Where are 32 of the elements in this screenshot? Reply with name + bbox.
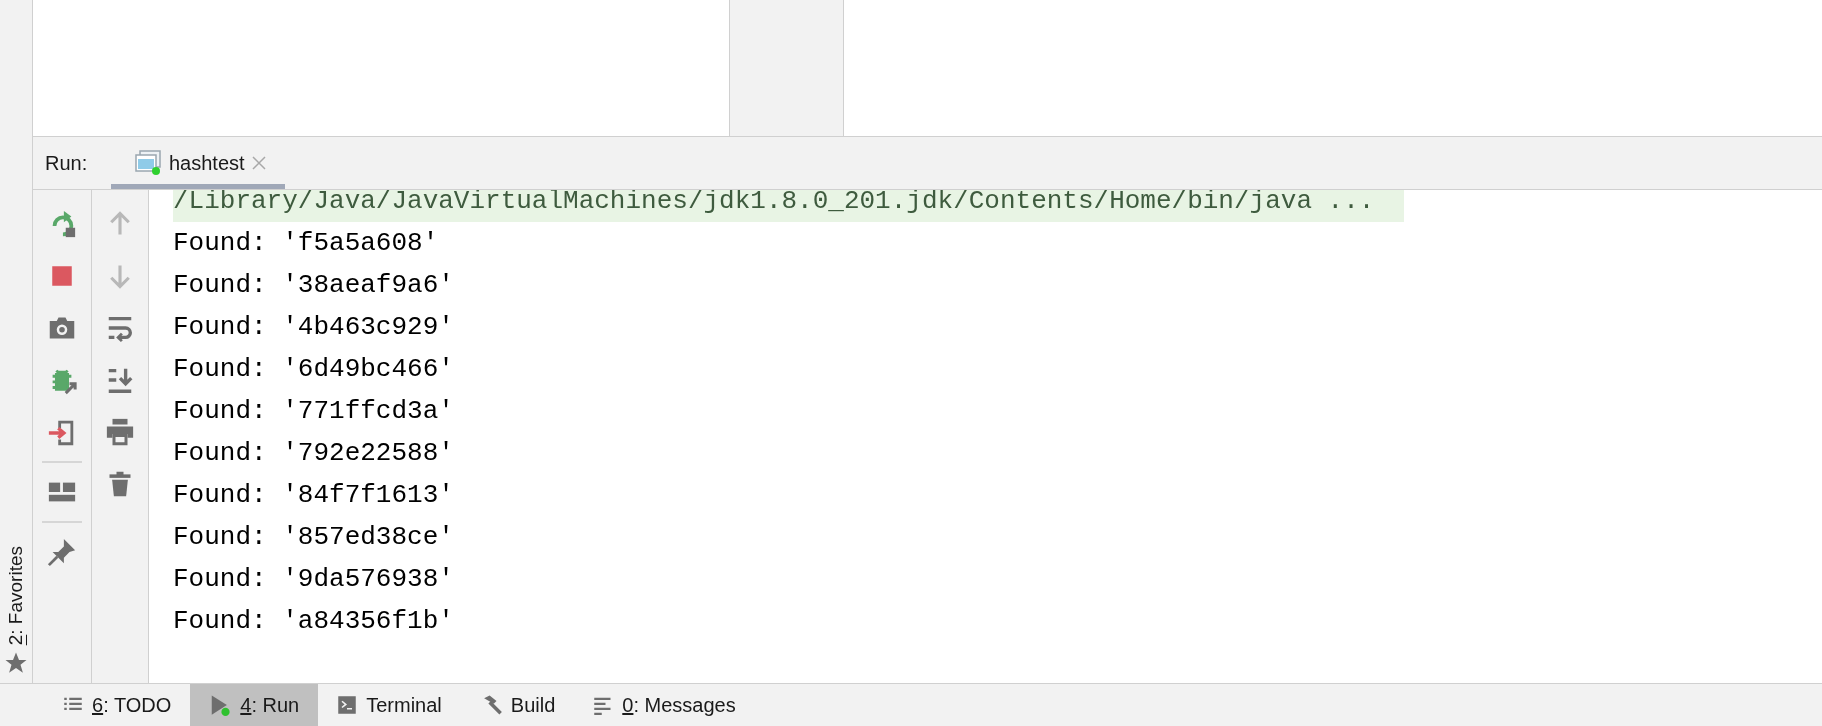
console-window-icon bbox=[135, 150, 163, 176]
tab-label: 0: Messages bbox=[622, 693, 736, 717]
console-line: Found: '84f7f1613' bbox=[173, 479, 455, 512]
run-tab[interactable]: hashtest bbox=[111, 137, 285, 189]
tab-label: hashtest bbox=[169, 151, 245, 175]
console-line: Found: '771ffcd3a' bbox=[173, 395, 455, 428]
messages-icon[interactable] bbox=[593, 695, 614, 715]
console-line: Found: '4b463c929' bbox=[173, 311, 455, 344]
console-line: Found: '792e22588' bbox=[173, 437, 455, 470]
stop-icon[interactable] bbox=[49, 263, 75, 289]
console-line: Found: '9da576938' bbox=[173, 563, 455, 596]
favorites-tab[interactable]: 2: Favorites bbox=[5, 545, 27, 645]
pin-icon[interactable] bbox=[47, 537, 77, 567]
tool-window-tab[interactable]: 4: Run bbox=[190, 684, 319, 726]
tab-label: 4: Run bbox=[240, 693, 300, 717]
console-line: Found: '6d49bc466' bbox=[173, 353, 455, 386]
tab-label: 6: TODO bbox=[92, 693, 172, 717]
console-line: Found: '857ed38ce' bbox=[173, 521, 455, 554]
console-line: Found: 'f5a5a608' bbox=[173, 227, 440, 260]
terminal-icon[interactable] bbox=[337, 695, 358, 715]
tab-label: Build bbox=[510, 693, 556, 717]
tool-window-tab[interactable]: 0: Messages bbox=[574, 684, 755, 726]
tool-window-tab[interactable]: Build bbox=[460, 684, 575, 726]
tool-window-tab[interactable]: 6: TODO bbox=[44, 684, 191, 726]
run-label: Run: bbox=[44, 150, 89, 176]
tool-window-tab[interactable]: Terminal bbox=[318, 684, 461, 726]
star-icon bbox=[4, 651, 28, 675]
console-line: Found: '38aeaf9a6' bbox=[173, 269, 455, 302]
tab-label: Terminal bbox=[366, 693, 442, 717]
print-icon[interactable] bbox=[105, 417, 135, 447]
run-icon[interactable] bbox=[209, 694, 232, 716]
console-line: Found: 'a84356f1b' bbox=[173, 605, 455, 638]
